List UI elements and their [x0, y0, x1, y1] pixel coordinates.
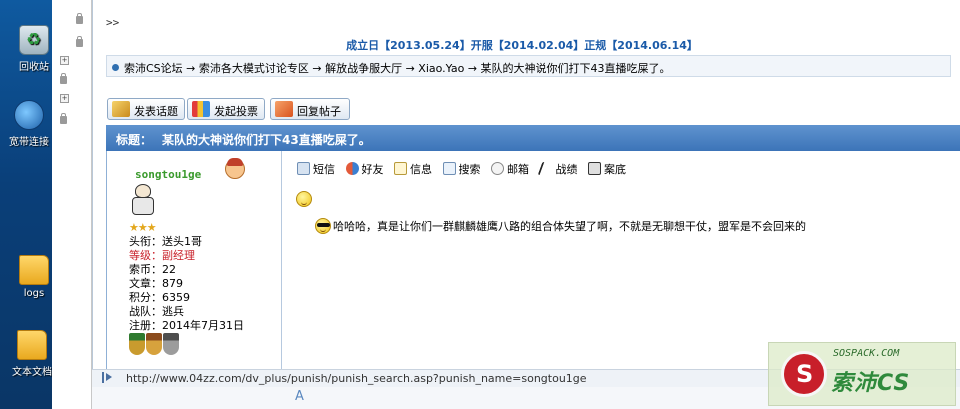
topic-title-bar: 标题： 某队的大神说你们打下43直播吃屎了。: [106, 125, 960, 151]
collapse-chevron[interactable]: >>: [106, 16, 119, 29]
side-tree-panel: + +: [52, 0, 92, 409]
site-watermark: SOSPACK.COM 索沛CS: [768, 342, 956, 406]
network-icon: [14, 100, 44, 130]
forum-page: >> 成立日【2013.05.24】开服【2014.02.04】正规【2014.…: [92, 0, 960, 387]
action-label: 好友: [361, 163, 384, 176]
action-case[interactable]: 案底: [588, 161, 626, 177]
watermark-url: SOSPACK.COM: [833, 348, 900, 359]
tree-expand-icon[interactable]: +: [60, 94, 69, 103]
new-poll-button[interactable]: 发起投票: [187, 98, 265, 120]
cool-face-icon: [315, 218, 331, 234]
action-label: 信息: [410, 163, 432, 176]
post-message: 哈哈哈，真是让你们一群麒麟雄鹰八路的组合体失望了啊，不就是无聊想干仗，盟军是不会…: [333, 220, 806, 233]
user-info-title: 头衔：送头1哥: [129, 235, 202, 248]
rank-stars-icon: ★★★: [129, 221, 157, 234]
action-info[interactable]: 信息: [394, 161, 432, 177]
reply-icon: [275, 101, 293, 117]
lock-icon: [60, 113, 67, 124]
medal-icon: [146, 333, 162, 355]
pencil-icon: [112, 101, 130, 117]
folder-icon: [19, 255, 49, 285]
user-info-registered: 注册：2014年7月31日: [129, 319, 244, 332]
breadcrumb: 索沛CS论坛 → 索沛各大模式讨论专区 → 解放战争服大厅 → Xiao.Yao…: [106, 55, 951, 77]
search-icon: [442, 162, 456, 175]
lock-icon: [76, 36, 83, 47]
desktop-icon-label: 文本文档: [12, 367, 52, 378]
record-icon: [537, 162, 555, 175]
user-action-bar: 短信 好友 信息 搜索 邮箱 战绩 案底: [297, 161, 633, 177]
lock-icon: [60, 73, 67, 84]
medal-icon: [129, 333, 145, 355]
below-text: A: [295, 389, 304, 404]
new-topic-button[interactable]: 发表话题: [107, 98, 185, 120]
reply-label: 回复帖子: [297, 105, 341, 118]
topic-title: 某队的大神说你们打下43直播吃屎了。: [162, 133, 371, 147]
tree-expand-icon[interactable]: +: [60, 56, 69, 65]
mail-icon: [491, 162, 504, 175]
status-link-icon: [102, 372, 114, 383]
post-container: songtou1ge ★★★ 头衔：送头1哥 等级：副经理 索币：22 文章：8…: [106, 151, 960, 369]
title-label: 标题：: [116, 133, 153, 147]
medal-icon: [163, 333, 179, 355]
recycle-bin-icon: [19, 25, 49, 55]
user-info: 头衔：送头1哥 等级：副经理 索币：22 文章：879 积分：6359 战队：逃…: [129, 235, 244, 333]
smiley-face-icon: [296, 191, 312, 207]
user-info-coins: 索币：22: [129, 263, 176, 276]
action-message[interactable]: 短信: [297, 161, 335, 177]
post-content-pane: 短信 好友 信息 搜索 邮箱 战绩 案底 哈哈哈，真是让你们一群麒麟雄鹰八路的组…: [283, 151, 960, 369]
action-label: 邮箱: [507, 163, 529, 176]
user-info-points: 积分：6359: [129, 291, 190, 304]
user-profile-pane: songtou1ge ★★★ 头衔：送头1哥 等级：副经理 索币：22 文章：8…: [107, 151, 282, 369]
poll-chart-icon: [192, 101, 210, 117]
new-poll-label: 发起投票: [214, 105, 258, 118]
bullet-icon: [112, 64, 119, 71]
info-icon: [394, 162, 407, 175]
desktop-icon-label: logs: [23, 288, 45, 299]
forum-dates-banner: 成立日【2013.05.24】开服【2014.02.04】正规【2014.06.…: [346, 39, 698, 52]
lock-icon: [76, 13, 83, 24]
action-label: 搜索: [458, 163, 481, 176]
case-record-icon: [588, 162, 601, 175]
action-search[interactable]: 搜索: [442, 161, 481, 177]
reply-button[interactable]: 回复帖子: [270, 98, 350, 120]
username[interactable]: songtou1ge: [135, 168, 201, 181]
user-info-posts: 文章：879: [129, 277, 183, 290]
watermark-brand: 索沛CS: [831, 371, 911, 396]
new-topic-label: 发表话题: [134, 105, 178, 118]
user-face-icon: [225, 158, 245, 179]
action-label: 案底: [604, 163, 626, 176]
watermark-logo-icon: [781, 351, 827, 397]
action-label: 短信: [313, 163, 335, 176]
folder-icon: [17, 330, 47, 360]
action-friends[interactable]: 好友: [345, 161, 384, 177]
status-url: http://www.04zz.com/dv_plus/punish/punis…: [126, 372, 587, 385]
breadcrumb-text[interactable]: 索沛CS论坛 → 索沛各大模式讨论专区 → 解放战争服大厅 → Xiao.Yao…: [124, 62, 671, 75]
desktop-icon-label: 回收站: [19, 62, 49, 73]
action-record[interactable]: 战绩: [537, 161, 578, 177]
friends-icon: [345, 162, 359, 175]
desktop-icon-network[interactable]: 宽带连接: [0, 100, 58, 148]
user-info-level: 等级：副经理: [129, 249, 195, 262]
action-label: 战绩: [555, 163, 578, 176]
desktop-icon-label: 宽带连接: [9, 137, 49, 148]
action-mail[interactable]: 邮箱: [491, 161, 529, 177]
message-icon: [297, 162, 310, 175]
user-info-team: 战队：逃兵: [129, 305, 184, 318]
avatar: [129, 184, 157, 216]
